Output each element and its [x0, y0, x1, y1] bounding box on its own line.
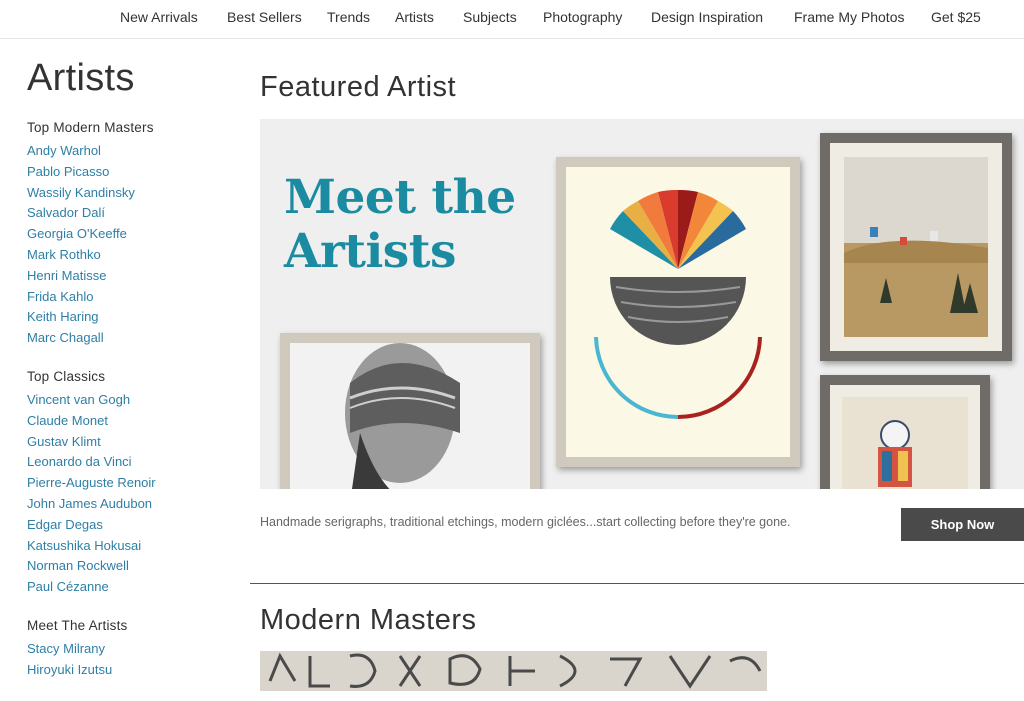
artist-link[interactable]: Pierre-Auguste Renoir: [27, 473, 237, 494]
group-heading: Top Classics: [27, 368, 106, 384]
shop-now-button[interactable]: Shop Now: [901, 508, 1024, 541]
banner-heading-line2: Artists: [284, 224, 456, 279]
artist-link[interactable]: Leonardo da Vinci: [27, 452, 237, 473]
artist-link[interactable]: Edgar Degas: [27, 515, 237, 536]
artist-link[interactable]: Hiroyuki Izutsu: [27, 660, 237, 681]
featured-banner[interactable]: Meet the Artists: [260, 119, 1024, 489]
character-image: [830, 385, 980, 489]
nav-trends[interactable]: Trends: [327, 9, 395, 25]
artist-link[interactable]: Keith Haring: [27, 307, 237, 328]
group-meet-the-artists: Meet The Artists Stacy Milrany Hiroyuki …: [27, 618, 237, 681]
sidebar: Artists Top Modern Masters Andy Warhol P…: [27, 50, 237, 701]
group-top-classics: Top Classics Vincent van Gogh Claude Mon…: [27, 369, 237, 598]
artist-link[interactable]: Henri Matisse: [27, 266, 237, 287]
artist-link[interactable]: Marc Chagall: [27, 328, 237, 349]
nav-frame-my-photos[interactable]: Frame My Photos: [794, 9, 931, 25]
artist-link[interactable]: Pablo Picasso: [27, 162, 237, 183]
nav-list: New Arrivals Best Sellers Trends Artists…: [109, 9, 991, 25]
framed-sunburst-artwork: [556, 157, 800, 467]
nav-photography[interactable]: Photography: [543, 9, 651, 25]
nav-new-arrivals[interactable]: New Arrivals: [120, 9, 227, 25]
nav-artists[interactable]: Artists: [395, 9, 463, 25]
landscape-image: [830, 143, 1002, 351]
artist-link[interactable]: Georgia O'Keeffe: [27, 224, 237, 245]
artist-link[interactable]: Claude Monet: [27, 411, 237, 432]
artist-link[interactable]: Norman Rockwell: [27, 556, 237, 577]
group-heading: Top Modern Masters: [27, 120, 154, 135]
modern-masters-image[interactable]: [260, 651, 767, 691]
artist-link[interactable]: Andy Warhol: [27, 141, 237, 162]
banner-heading-line1: Meet the: [284, 170, 516, 225]
nav-design-inspiration[interactable]: Design Inspiration: [651, 9, 794, 25]
modern-masters-title: Modern Masters: [260, 604, 477, 636]
featured-tagline: Handmade serigraphs, traditional etching…: [260, 515, 791, 529]
nav-best-sellers[interactable]: Best Sellers: [227, 9, 327, 25]
framed-landscape-artwork: [820, 133, 1012, 361]
framed-character-artwork: [820, 375, 990, 489]
banner-heading: Meet the Artists: [284, 171, 516, 279]
artist-link[interactable]: Salvador Dalí: [27, 203, 237, 224]
section-divider: [250, 583, 1024, 584]
artist-link[interactable]: Vincent van Gogh: [27, 390, 237, 411]
artist-link[interactable]: Gustav Klimt: [27, 432, 237, 453]
artist-link[interactable]: Paul Cézanne: [27, 577, 237, 598]
artist-link[interactable]: John James Audubon: [27, 494, 237, 515]
artist-link[interactable]: Stacy Milrany: [27, 639, 237, 660]
artist-link[interactable]: Katsushika Hokusai: [27, 536, 237, 557]
top-navigation: New Arrivals Best Sellers Trends Artists…: [0, 0, 1024, 39]
artist-link[interactable]: Wassily Kandinsky: [27, 183, 237, 204]
nav-subjects[interactable]: Subjects: [463, 9, 543, 25]
featured-artist-title: Featured Artist: [260, 71, 457, 103]
sidebar-title: Artists: [27, 57, 135, 99]
modern-masters-artwork: [260, 651, 767, 691]
framed-portrait-artwork: [280, 333, 540, 489]
artist-link[interactable]: Mark Rothko: [27, 245, 237, 266]
group-heading: Meet The Artists: [27, 617, 128, 633]
nav-get-25[interactable]: Get $25: [931, 9, 991, 25]
portrait-image: [290, 343, 530, 489]
group-top-modern-masters: Top Modern Masters Andy Warhol Pablo Pic…: [27, 120, 237, 349]
artist-link[interactable]: Frida Kahlo: [27, 287, 237, 308]
sunburst-image: [566, 167, 790, 457]
